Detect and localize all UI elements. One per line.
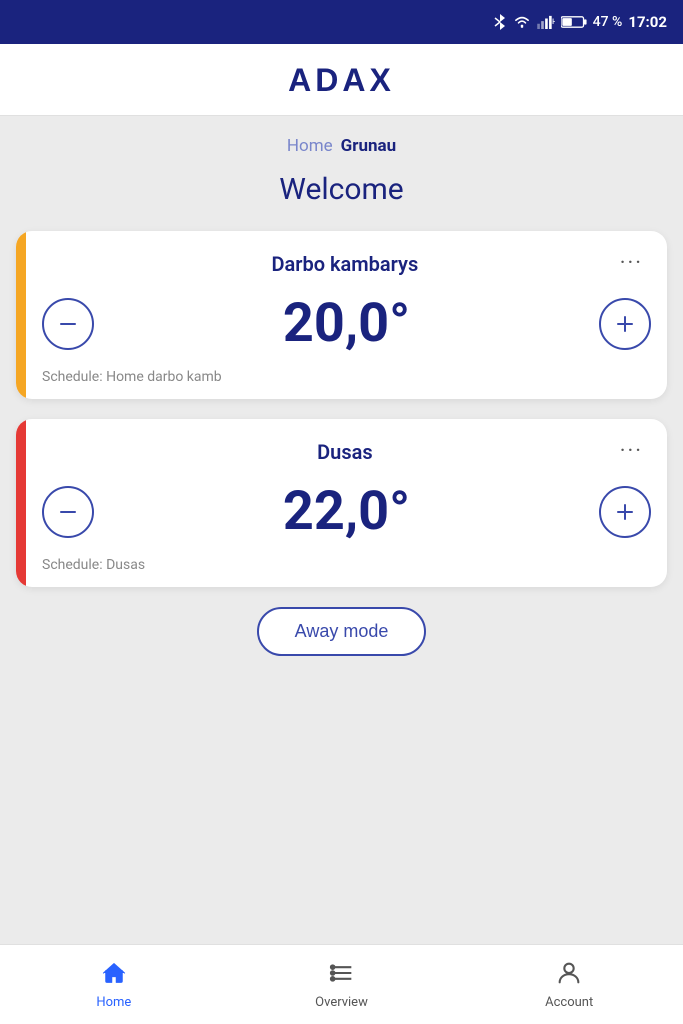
card-indicator-dusas (16, 419, 26, 587)
card-indicator-darbo-kambarys (16, 231, 26, 399)
bottom-nav: Home Overview Account (0, 944, 683, 1024)
battery-icon (561, 15, 587, 29)
device-schedule-darbo-kambarys: Schedule: Home darbo kamb (42, 369, 651, 385)
device-name-darbo-kambarys: Darbo kambarys (78, 252, 612, 276)
account-icon (555, 959, 583, 991)
device-card-dusas: Dusas ··· 22,0° Schedule: Dusas (16, 419, 667, 587)
card-body-dusas: Dusas ··· 22,0° Schedule: Dusas (26, 419, 667, 587)
battery-percent: 47 % (593, 14, 623, 30)
nav-item-overview[interactable]: Overview (228, 945, 456, 1024)
svg-text:H: H (552, 18, 555, 26)
card-body-darbo-kambarys: Darbo kambarys ··· 20,0° Schedule: Home … (26, 231, 667, 399)
card-header-dusas: Dusas ··· (42, 435, 651, 468)
nav-label-account: Account (545, 995, 593, 1010)
overview-icon (328, 959, 356, 991)
card-header-darbo-kambarys: Darbo kambarys ··· (42, 247, 651, 280)
welcome-title: Welcome (16, 172, 667, 207)
time-display: 17:02 (628, 13, 667, 31)
breadcrumb: Home Grunau (16, 116, 667, 164)
increase-btn-darbo-kambarys[interactable] (599, 298, 651, 350)
temperature-darbo-kambarys: 20,0° (94, 292, 599, 355)
device-cards-container: Darbo kambarys ··· 20,0° Schedule: Home … (16, 231, 667, 587)
bluetooth-icon (493, 13, 507, 31)
status-icons: H 47 % 17:02 (493, 13, 667, 31)
increase-btn-dusas[interactable] (599, 486, 651, 538)
decrease-btn-darbo-kambarys[interactable] (42, 298, 94, 350)
breadcrumb-current[interactable]: Grunau (341, 136, 396, 156)
device-schedule-dusas: Schedule: Dusas (42, 557, 651, 573)
nav-item-account[interactable]: Account (455, 945, 683, 1024)
away-mode-container: Away mode (16, 607, 667, 656)
card-controls-dusas: 22,0° (42, 480, 651, 543)
decrease-btn-dusas[interactable] (42, 486, 94, 538)
device-card-darbo-kambarys: Darbo kambarys ··· 20,0° Schedule: Home … (16, 231, 667, 399)
breadcrumb-home[interactable]: Home (287, 136, 333, 156)
main-content: Home Grunau Welcome Darbo kambarys ··· 2… (0, 116, 683, 944)
app-header: ADAX (0, 44, 683, 116)
device-menu-dusas[interactable]: ··· (612, 435, 651, 468)
card-controls-darbo-kambarys: 20,0° (42, 292, 651, 355)
device-menu-darbo-kambarys[interactable]: ··· (612, 247, 651, 280)
signal-icon: H (537, 15, 555, 29)
nav-item-home[interactable]: Home (0, 945, 228, 1024)
status-bar: H 47 % 17:02 (0, 0, 683, 44)
app-logo: ADAX (288, 62, 395, 99)
home-icon (100, 959, 128, 991)
nav-label-overview: Overview (315, 995, 368, 1010)
temperature-dusas: 22,0° (94, 480, 599, 543)
away-mode-button[interactable]: Away mode (257, 607, 427, 656)
device-name-dusas: Dusas (78, 440, 612, 464)
nav-label-home: Home (96, 995, 131, 1010)
wifi-icon (513, 15, 531, 29)
